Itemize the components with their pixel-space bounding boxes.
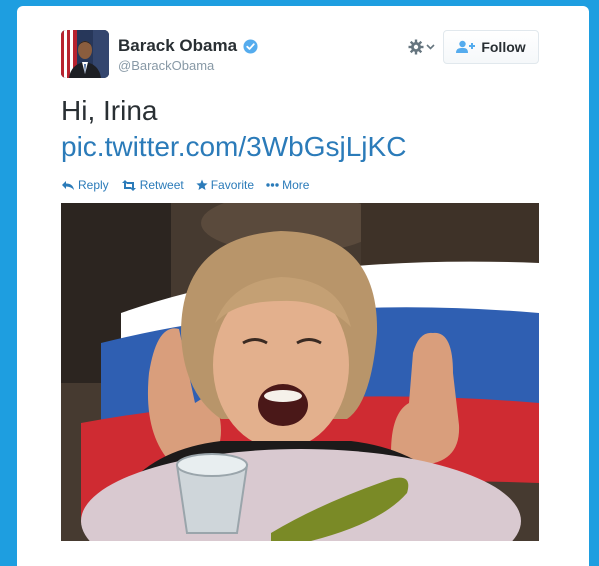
reply-button[interactable]: Reply xyxy=(61,178,109,192)
follow-button[interactable]: Follow xyxy=(443,30,539,64)
tweet-photo[interactable] xyxy=(61,203,539,541)
retweet-icon xyxy=(121,179,136,191)
favorite-label: Favorite xyxy=(210,178,255,192)
gear-icon xyxy=(408,39,424,55)
chevron-down-icon xyxy=(426,44,435,50)
tweet-card: Barack Obama @BarackObama Follow Hi, Iri… xyxy=(17,6,589,566)
more-button[interactable]: More xyxy=(266,178,309,192)
reply-icon xyxy=(62,180,74,190)
user-name-row: Barack Obama xyxy=(118,36,258,56)
follow-button-label: Follow xyxy=(481,39,526,55)
star-icon xyxy=(196,179,208,190)
retweet-label: Retweet xyxy=(139,178,184,192)
photo-woman-shouting xyxy=(61,203,539,541)
more-label: More xyxy=(282,178,310,192)
avatar-image xyxy=(61,30,109,78)
tweet-actions: Reply Retweet Favorite More xyxy=(61,178,309,192)
user-handle[interactable]: @BarackObama xyxy=(118,58,214,73)
more-dots-icon xyxy=(266,183,279,187)
tweet-media-link[interactable]: pic.twitter.com/3WbGsjLjKC xyxy=(61,130,406,164)
reply-label: Reply xyxy=(78,178,109,192)
verified-badge-icon xyxy=(243,38,258,54)
avatar[interactable] xyxy=(61,30,109,78)
favorite-button[interactable]: Favorite xyxy=(196,178,254,192)
display-name[interactable]: Barack Obama xyxy=(118,36,237,56)
settings-menu[interactable] xyxy=(408,39,435,55)
add-user-icon xyxy=(456,40,476,53)
retweet-button[interactable]: Retweet xyxy=(121,178,184,192)
tweet-text: Hi, Irina xyxy=(61,95,158,126)
